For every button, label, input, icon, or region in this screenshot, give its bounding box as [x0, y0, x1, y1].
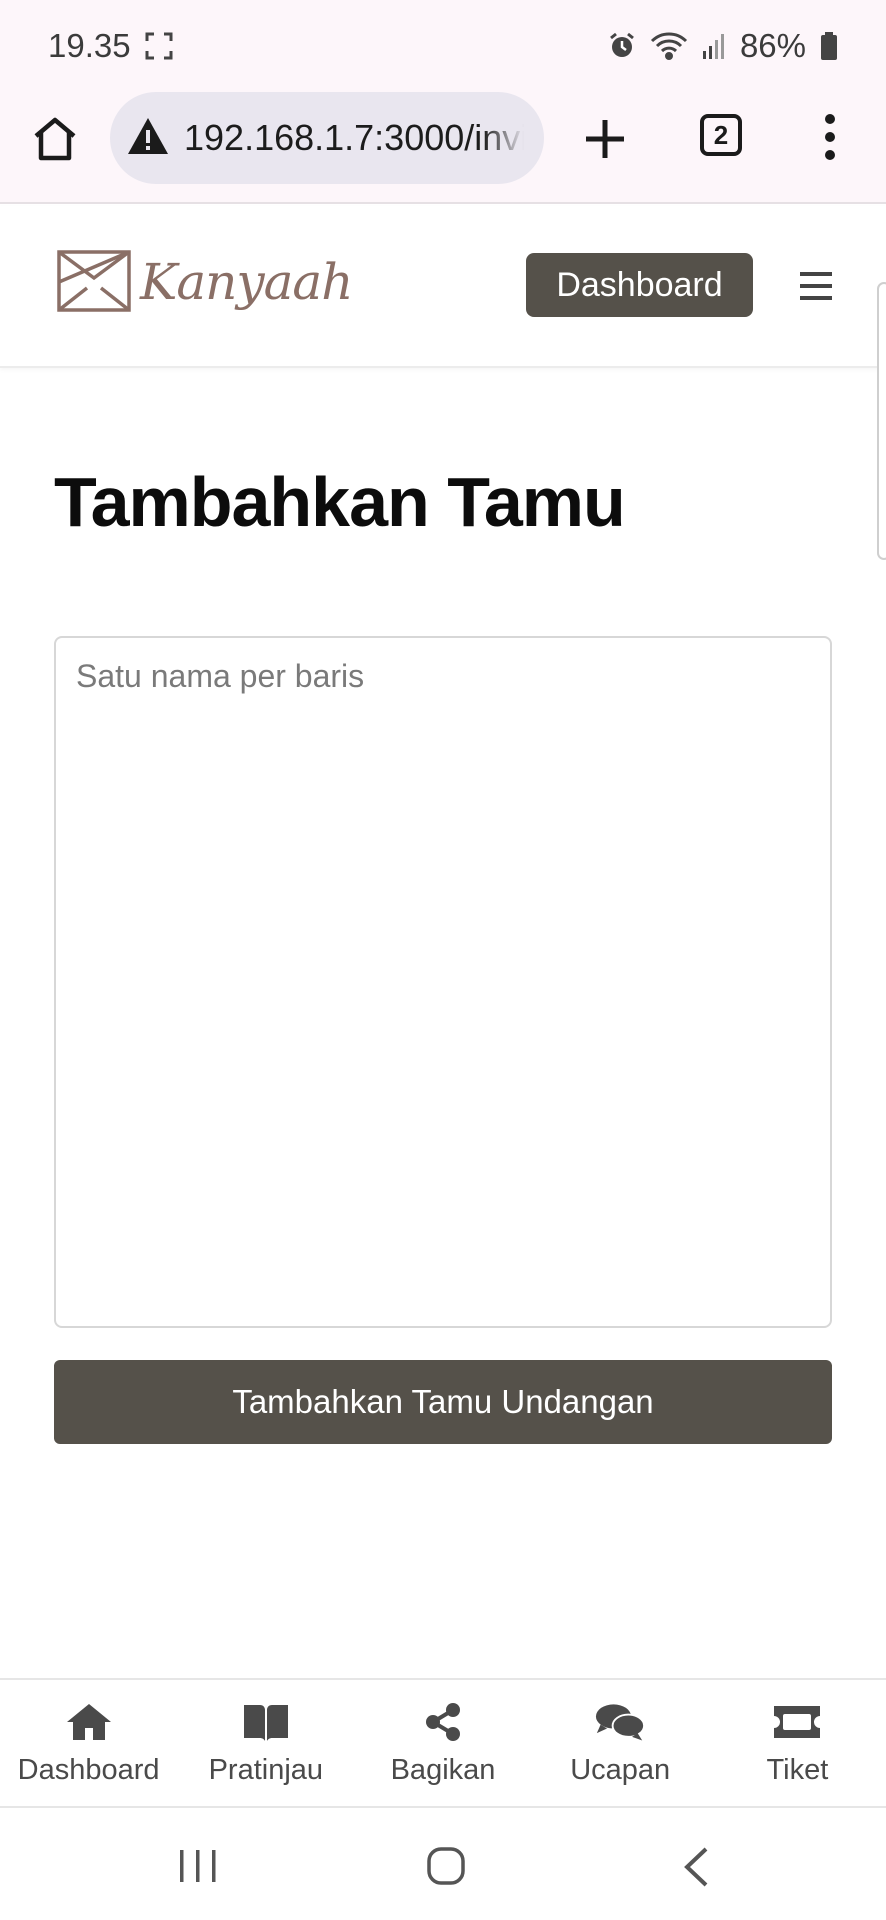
wifi-icon [650, 32, 688, 60]
nav-label: Tiket [766, 1753, 829, 1786]
nav-item-pratinjau[interactable]: Pratinjau [177, 1680, 354, 1806]
guest-names-input[interactable] [54, 636, 832, 1328]
site-header: Kanyaah Dashboard [0, 206, 886, 368]
nav-label: Pratinjau [208, 1753, 324, 1786]
url-text[interactable]: 192.168.1.7:3000/invitation [184, 117, 524, 159]
book-icon [241, 1700, 291, 1744]
nav-item-ucapan[interactable]: Ucapan [532, 1680, 709, 1806]
recent-apps-icon[interactable] [178, 1848, 218, 1884]
home-icon [64, 1700, 114, 1744]
nav-label: Bagikan [390, 1753, 496, 1786]
nav-item-tiket[interactable]: Tiket [709, 1680, 886, 1806]
browser-toolbar: 192.168.1.7:3000/invitation 2 [0, 92, 886, 204]
share-icon [418, 1700, 468, 1744]
nav-label: Dashboard [17, 1753, 160, 1786]
home-circle-icon[interactable] [426, 1846, 466, 1886]
plus-icon[interactable] [582, 116, 628, 162]
dashboard-button[interactable]: Dashboard [526, 253, 753, 317]
bottom-nav: Dashboard Pratinjau Bagikan Ucapan Tiket [0, 1678, 886, 1808]
page-title: Tambahkan Tamu [54, 463, 626, 541]
system-nav [0, 1810, 886, 1920]
envelope-icon [56, 244, 132, 319]
tab-count: 2 [713, 119, 729, 150]
screenshot-icon [145, 32, 173, 60]
nav-item-dashboard[interactable]: Dashboard [0, 1680, 177, 1806]
status-bar: 19.35 86% [0, 0, 886, 92]
back-icon[interactable] [682, 1846, 710, 1888]
comments-icon [595, 1700, 646, 1744]
warning-icon[interactable] [126, 116, 170, 161]
add-guests-button[interactable]: Tambahkan Tamu Undangan [54, 1360, 832, 1444]
hamburger-icon[interactable] [800, 272, 832, 300]
scroll-edge [877, 282, 886, 560]
nav-label: Ucapan [570, 1753, 671, 1786]
alarm-icon [608, 32, 636, 60]
battery-icon [820, 32, 838, 60]
logo-text: Kanyaah [140, 252, 353, 311]
nav-item-bagikan[interactable]: Bagikan [354, 1680, 531, 1806]
signal-icon [702, 33, 726, 59]
ticket-icon [772, 1700, 822, 1744]
address-bar[interactable]: 192.168.1.7:3000/invitation [110, 92, 544, 184]
tabs-button[interactable]: 2 [700, 114, 742, 156]
home-icon[interactable] [30, 114, 80, 164]
battery-percent: 86% [739, 27, 806, 64]
status-time: 19.35 [48, 27, 131, 64]
logo[interactable]: Kanyaah [56, 244, 353, 319]
more-vert-icon[interactable] [818, 112, 842, 162]
